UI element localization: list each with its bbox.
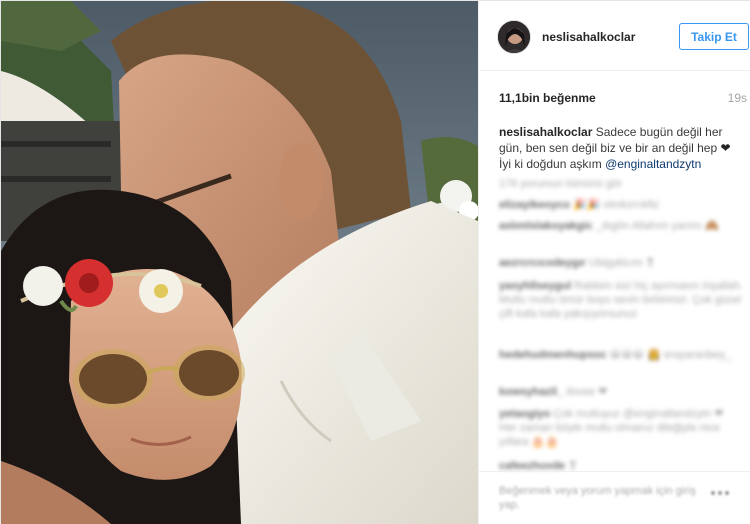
comment-username[interactable]: aslımlslakoyakgic <box>499 220 593 232</box>
caption-text-2: İyi ki doğdun aşkım <box>499 157 602 171</box>
comment-item: aezrcrcıcııdeygır Ubigyklcım ❣ <box>499 256 744 270</box>
more-options-icon[interactable] <box>711 488 735 498</box>
like-count[interactable]: 11,1bin beğenme <box>499 91 596 105</box>
comment-text: 🎉🎉 olmkzrrıkfiz <box>573 199 660 211</box>
post-photo[interactable] <box>1 1 478 524</box>
caption-mention[interactable]: @enginaltandzytn <box>605 157 701 171</box>
follow-button[interactable]: Takip Et <box>679 23 749 50</box>
comment-item: yasyhllseygul Rabbim sizi hiç ayırmasın … <box>499 279 744 321</box>
dot-icon <box>725 491 729 495</box>
comment-item: kowsyhazil_ ilovee ❤ <box>499 385 744 399</box>
comment-username[interactable]: yasyhllseygul <box>499 280 571 292</box>
avatar[interactable] <box>497 20 531 54</box>
post-footer: Beğenmek veya yorum yapmak için giriş ya… <box>479 471 750 524</box>
caption-username[interactable]: neslisahalkoclar <box>499 125 592 139</box>
comment-item: hedehudmenhupsoc 😀😀😀 👸 erayaranbey_ <box>499 348 744 362</box>
post-caption: neslisahalkoclar Sadece bugün değil her … <box>499 124 744 172</box>
post-stats: 11,1bin beğenme 19s <box>499 91 749 107</box>
comment-username[interactable]: elizayikeoyco <box>499 199 570 211</box>
username-link[interactable]: neslisahalkoclar <box>542 30 635 44</box>
login-to-comment-link[interactable]: Beğenmek veya yorum yapmak için giriş ya… <box>499 484 699 512</box>
comment-text: Ubigyklcım ❣ <box>588 257 655 269</box>
comment-item: aslımlslakoyakgic _dıgön Allahım yarımı … <box>499 219 744 233</box>
comment-username[interactable]: yetaogiyo <box>499 408 550 420</box>
heart-emoji-icon: ❤ <box>720 141 731 155</box>
post-header: neslisahalkoclar Takip Et <box>479 1 750 71</box>
comment-username[interactable]: kowsyhazil_ <box>499 386 563 398</box>
post-container: neslisahalkoclar Takip Et 11,1bin beğenm… <box>0 0 750 524</box>
comment-username[interactable]: hedehudmenhupsoc <box>499 349 607 361</box>
post-side-panel: neslisahalkoclar Takip Et 11,1bin beğenm… <box>478 1 750 524</box>
comment-username[interactable]: aezrcrcıcııdeygır <box>499 257 586 269</box>
comment-text: _dıgön Allahım yarımı 🙈 <box>595 220 719 232</box>
dot-icon <box>718 491 722 495</box>
comment-item: yetaogiyo Çok mutluyuz @enginaltandzytn … <box>499 407 744 449</box>
dot-icon <box>711 491 715 495</box>
comment-item: elizayikeoyco 🎉🎉 olmkzrrıkfiz <box>499 198 744 212</box>
comment-text: ilovee ❤ <box>566 386 608 398</box>
view-all-comments-link[interactable]: 176 yorumun tümünü gör <box>499 177 744 191</box>
post-time[interactable]: 19s <box>728 91 747 105</box>
comment-text: 😀😀😀 👸 erayaranbey_ <box>609 349 732 361</box>
